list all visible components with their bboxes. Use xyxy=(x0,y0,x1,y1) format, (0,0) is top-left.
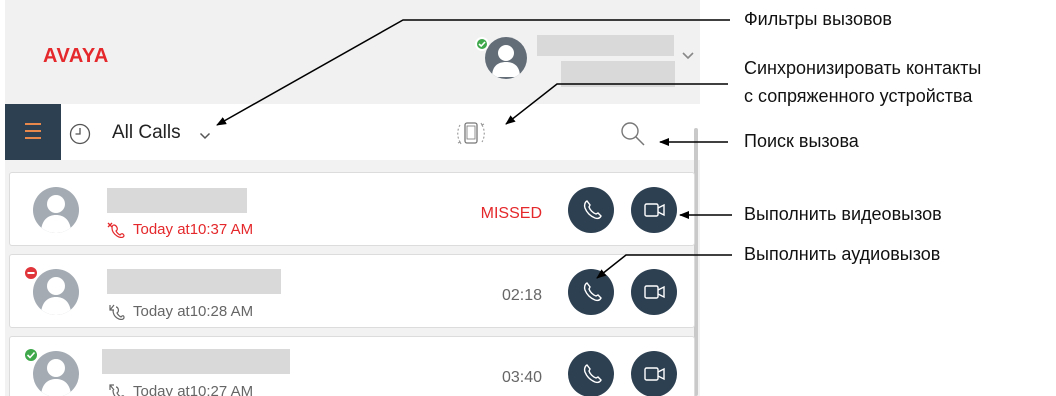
annotation-sync-line2: с сопряженного устройства xyxy=(744,86,973,106)
annotation-search: Поиск вызова xyxy=(744,131,859,151)
annotation-sync-line1: Синхронизировать контакты xyxy=(744,58,982,78)
annotation-video-call: Выполнить видеовызов xyxy=(744,204,942,224)
annotation-call-filters: Фильтры вызовов xyxy=(744,9,892,29)
annotation-audio-call: Выполнить аудиовызов xyxy=(744,244,941,264)
